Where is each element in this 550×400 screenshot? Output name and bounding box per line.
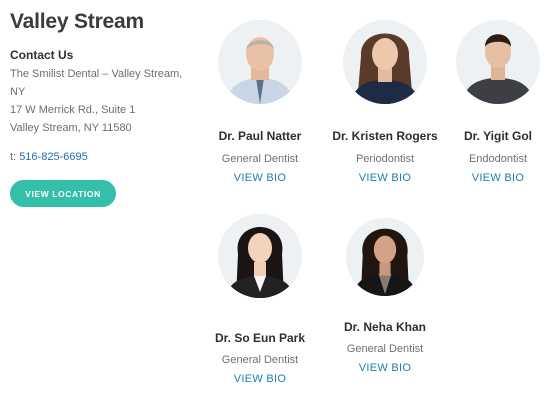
doctor-portrait-icon (343, 20, 427, 104)
doctor-specialty: General Dentist (346, 343, 424, 355)
view-location-button[interactable]: VIEW LOCATION (10, 180, 116, 207)
phone-link[interactable]: 516-825-6695 (19, 151, 88, 163)
doctor-photo[interactable] (456, 20, 540, 104)
doctor-specialty: Endodontist (468, 153, 528, 165)
address-line: 17 W Merrick Rd., Suite 1 (10, 104, 136, 116)
phone-prefix: t: (10, 151, 17, 163)
doctor-name: Dr. Yigit Gol (463, 129, 532, 143)
doctor-name: Dr. Neha Khan (343, 320, 427, 334)
doctor-portrait-icon (456, 20, 540, 104)
view-bio-link[interactable]: VIEW BIO (305, 362, 465, 374)
address-line: The Smilist Dental – Valley Stream, (10, 68, 183, 80)
address-line: NY (10, 86, 26, 98)
doctor-photo[interactable] (218, 214, 302, 298)
location-panel: Valley Stream Contact Us The Smilist Den… (10, 8, 200, 207)
doctor-photo[interactable] (218, 20, 302, 104)
doctor-portrait-icon (218, 214, 302, 298)
doctor-photo[interactable] (343, 20, 427, 104)
doctor-photo[interactable] (346, 218, 424, 296)
doctor-portrait-icon (218, 20, 302, 104)
doctor-portrait-icon (346, 218, 424, 296)
address-line: Valley Stream, NY 11580 (10, 122, 132, 134)
location-title: Valley Stream (10, 10, 144, 33)
view-bio-link[interactable]: VIEW BIO (180, 373, 340, 385)
view-bio-link[interactable]: VIEW BIO (418, 172, 550, 184)
phone-row: t: 516-825-6695 (10, 151, 88, 163)
contact-heading: Contact Us (10, 48, 74, 62)
